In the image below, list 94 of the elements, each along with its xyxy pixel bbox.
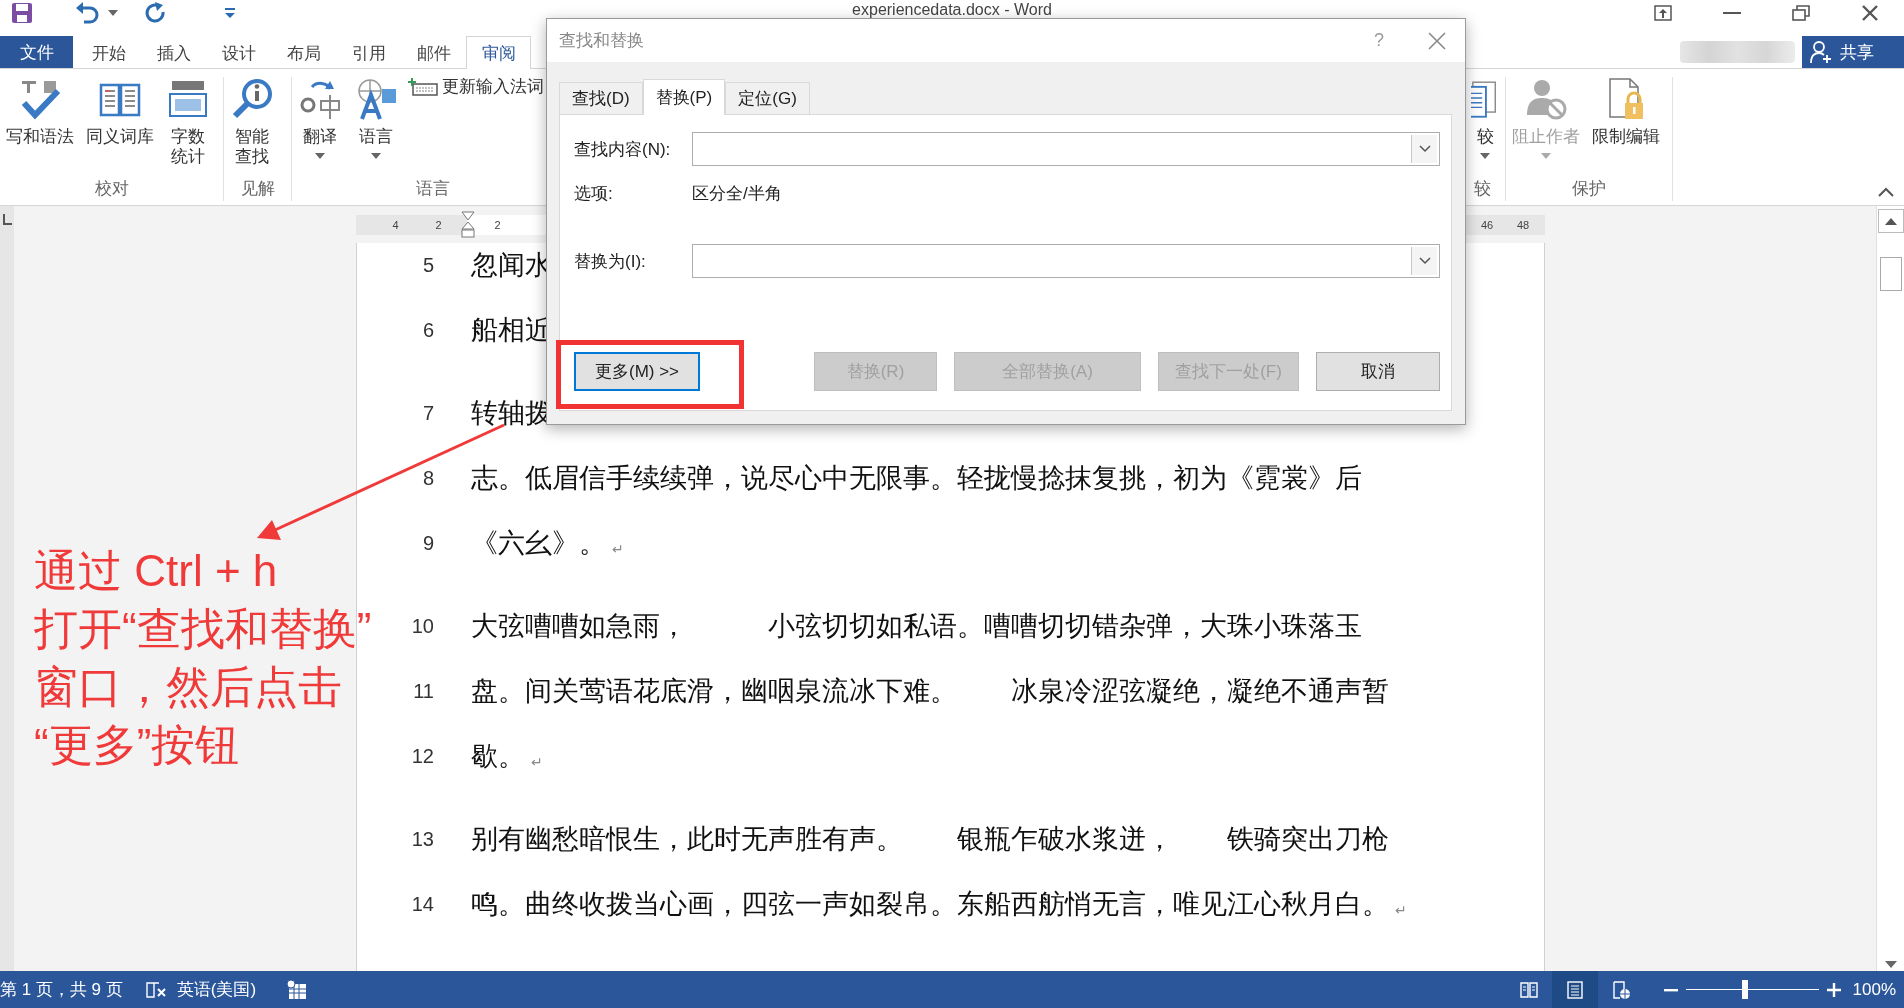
language-text[interactable]: 英语(美国) [176,978,257,1001]
document-text: 鸣。曲终收拨当心画，四弦一声如裂帛。东船西舫悄无言，唯见江心秋月白。 [471,888,1389,921]
field-label: 查找内容(N): [574,138,672,161]
document-text: 歇。 [471,740,525,773]
indent-marker-icon[interactable] [460,210,476,239]
ribbon-command-button[interactable]: 限制编辑 [1590,77,1662,147]
file-tab[interactable]: 文件 [0,36,73,68]
zoom-level-text[interactable]: 100% [1852,979,1896,1000]
line-number: 7 [422,401,434,424]
plus-icon[interactable] [1826,982,1841,997]
person-plus-icon [1810,40,1832,64]
page-count-text[interactable]: 第 1 页，共 9 页 [0,978,123,1001]
collapse-ribbon-icon[interactable] [1878,187,1894,197]
keyboard-icon [408,78,438,96]
zoom-slider-thumb[interactable] [1742,980,1749,999]
ribbon-display-icon[interactable] [1653,5,1672,21]
save-icon[interactable] [10,1,34,25]
ribbon-command-button[interactable]: 语言 [352,77,400,159]
dialog-tab[interactable]: 替换(P) [642,79,726,115]
line-number: 14 [411,892,434,915]
ribbon-tab[interactable]: 引用 [336,36,401,69]
group-label: 语言 [414,178,451,200]
up-arrow-icon [1884,217,1897,225]
line-number: 5 [422,253,434,276]
dropdown-chevron-icon [1418,145,1431,153]
ribbon-tab[interactable]: 审阅 [466,36,531,69]
group-label: 较 [1473,178,1492,200]
line-number: 6 [422,318,434,341]
dropdown-chevron-icon [1418,257,1431,265]
line-number: 10 [411,614,434,637]
paragraph-mark: ↵ [1395,902,1407,918]
down-arrow-icon[interactable] [1884,961,1897,968]
group-label: 保护 [1571,178,1607,200]
combo-field[interactable] [692,132,1440,166]
line-number: 9 [422,531,434,554]
ribbon-tab[interactable]: 设计 [206,36,271,69]
ribbon-command-button[interactable]: 同义词库 [84,77,156,147]
ruler-number: 48 [1515,218,1531,231]
close-icon[interactable] [1860,4,1879,22]
paragraph-mark: ↵ [531,754,543,770]
person-blocked-icon [1524,77,1568,121]
document-text: 志。低眉信手续续弹，说尽心中无限事。轻拢慢捻抹复挑，初为《霓裳》后 [471,462,1362,495]
group-label: 见解 [239,178,276,200]
restore-icon[interactable] [1791,5,1810,21]
ribbon-command-button[interactable]: 写和语法 [4,77,76,147]
annotation-text: 通过 Ctrl + h 打开“查找和替换” 窗口，然后点击 “更多”按钮 [34,545,372,771]
ribbon-command-button[interactable]: 字数统计 [164,77,212,167]
scroll-thumb[interactable] [1879,257,1902,291]
field-label: 替换为(I): [574,250,647,273]
dialog-button[interactable]: 更多(M) >> [574,352,700,391]
undo-icon[interactable] [74,2,100,24]
ribbon-command-button[interactable]: 智能查找 [228,77,276,167]
document-text: 大弦嘈嘈如急雨， 小弦切切如私语。嘈嘈切切错杂弹，大珠小珠落玉 [471,610,1362,643]
line-number: 13 [411,827,434,850]
ribbon-tab[interactable]: 邮件 [401,36,466,69]
combo-field[interactable] [692,244,1440,278]
group-label: 校对 [93,178,130,200]
book-icon [1518,979,1539,1000]
document-text: 《六幺》。 [471,527,606,560]
book-x-icon[interactable] [144,979,167,1000]
options-value: 区分全/半角 [692,182,782,205]
paragraph-mark: ↵ [612,541,624,557]
dialog-title: 查找和替换 [559,30,645,52]
view-button[interactable] [1551,971,1598,1008]
ribbon-tab[interactable]: 插入 [141,36,206,69]
customize-caret-icon[interactable] [224,7,236,19]
ruler-number: 46 [1479,218,1495,231]
document-text: 盘。间关莺语花底滑，幽咽泉流冰下难。 冰泉冷涩弦凝绝，凝绝不通声暂 [471,675,1389,708]
dialog-tab[interactable]: 查找(D) [559,82,643,114]
line-number: 12 [411,744,434,767]
close-icon[interactable] [1428,31,1446,50]
ruler-number: 2 [493,218,502,231]
globe-page-icon [1610,979,1631,1000]
dialog-tab[interactable]: 定位(G) [725,82,810,114]
dropdown-caret-icon[interactable] [108,10,118,16]
ribbon-command-button[interactable]: 翻译 [296,77,344,159]
search-icon [230,77,274,121]
dialog-button[interactable]: 取消 [1316,352,1440,391]
macro-icon[interactable] [286,978,309,1001]
ruler-number: 2 [434,218,443,231]
tab-selector-icon[interactable] [2,214,12,226]
ribbon-tab[interactable]: 开始 [76,36,141,69]
document-text: 别有幽愁暗恨生，此时无声胜有声。 银瓶乍破水浆迸， 铁骑突出刀枪 [471,823,1389,856]
line-number: 8 [422,466,434,489]
ribbon-tab[interactable]: 布局 [271,36,336,69]
ruler-number: 4 [391,218,400,231]
window-title: experiencedata.docx - Word [852,0,1052,19]
page-icon [1564,979,1585,1000]
share-button[interactable]: 共享 [1802,36,1904,68]
line-number: 11 [413,679,434,702]
scroll-up-button[interactable] [1877,209,1904,233]
redo-icon[interactable] [144,2,166,24]
ribbon-command-button[interactable]: 更新输入法词 [408,77,544,97]
field-label: 选项: [574,182,614,205]
